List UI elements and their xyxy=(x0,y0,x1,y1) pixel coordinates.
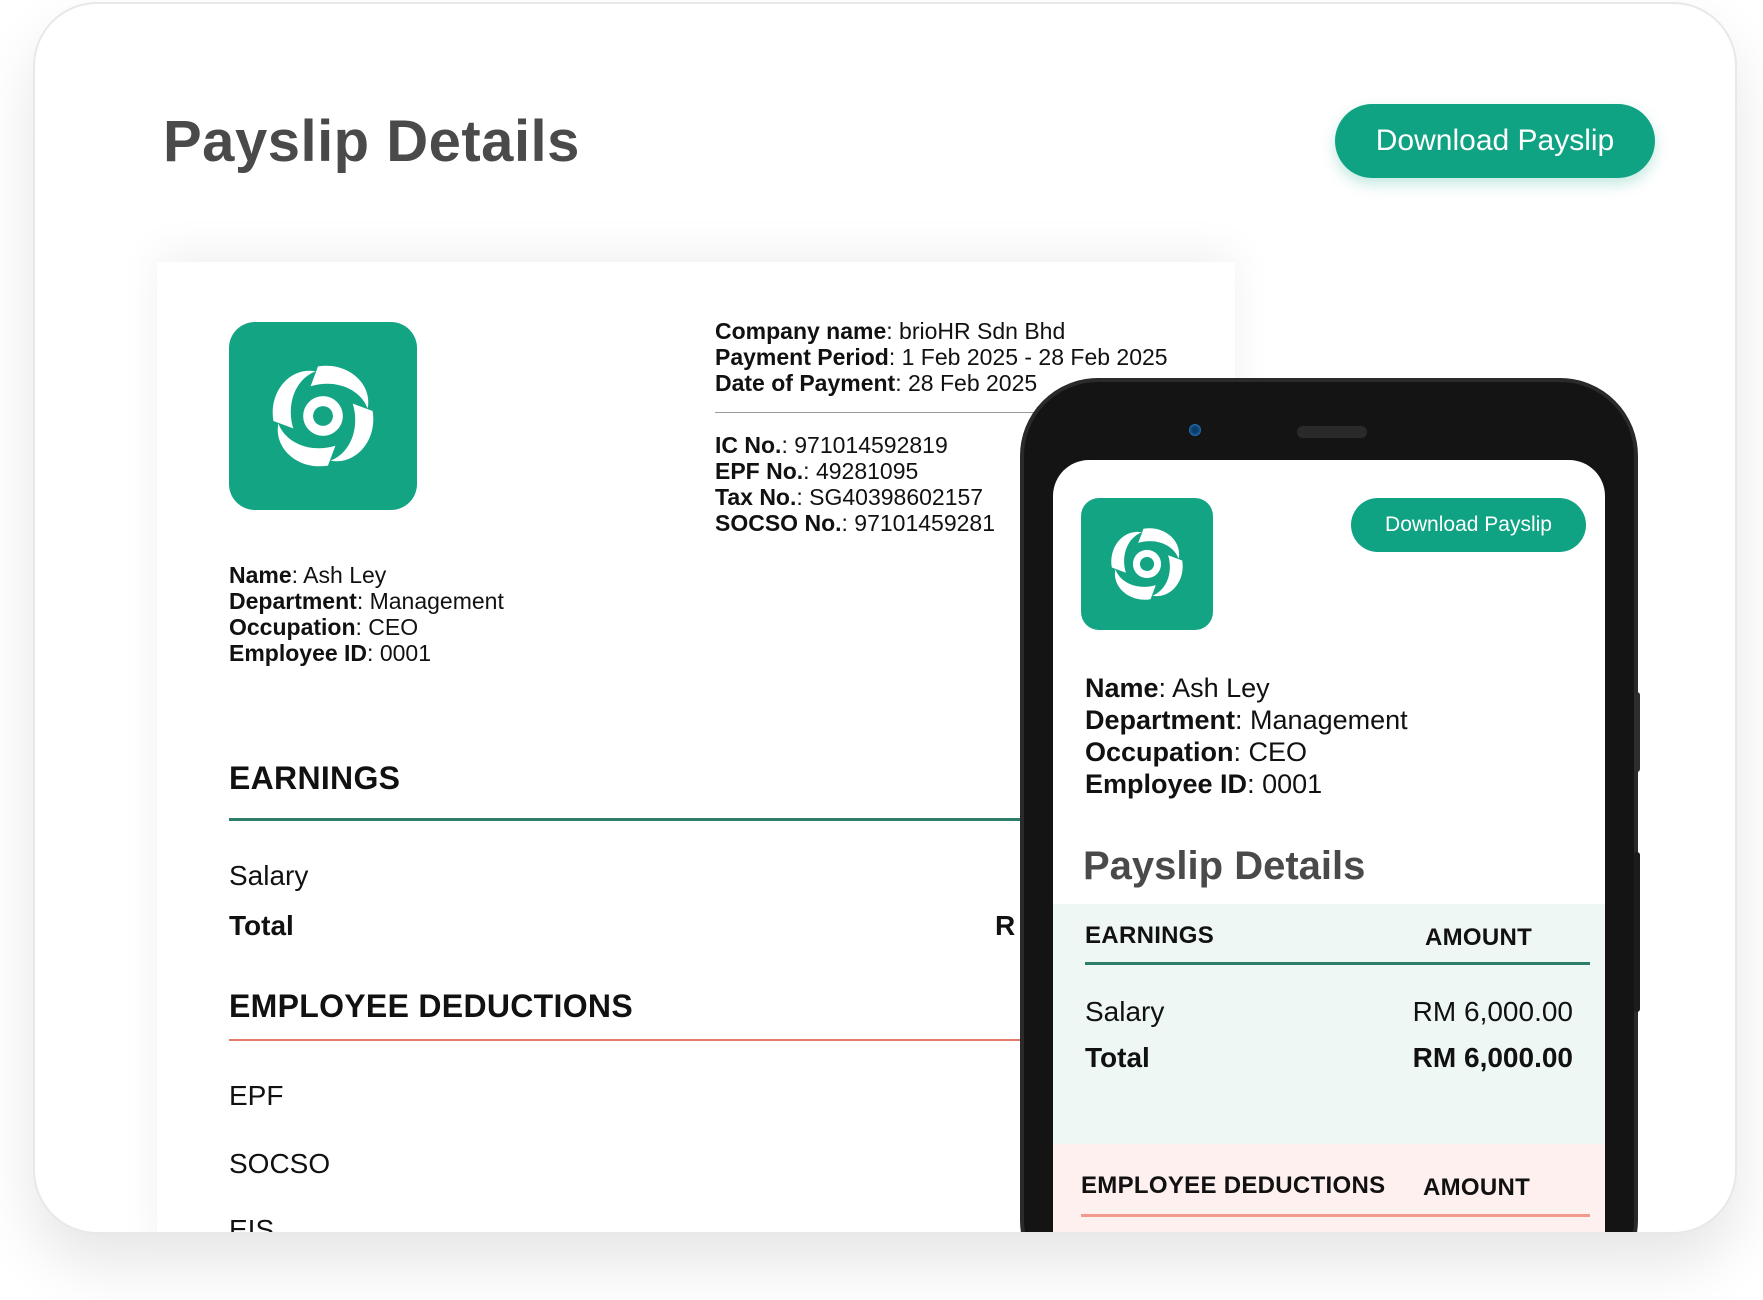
mobile-deductions-section: EMPLOYEE DEDUCTIONS AMOUNT xyxy=(1053,1144,1605,1232)
mobile-total-amount: RM 6,000.00 xyxy=(1412,1042,1573,1073)
mobile-earnings-heading: EARNINGS xyxy=(1085,922,1215,949)
speaker-icon xyxy=(1297,426,1367,438)
page-title: Payslip Details xyxy=(163,109,580,174)
total-amount-clipped: R xyxy=(995,910,1016,941)
mobile-total-label: Total xyxy=(1085,1042,1150,1073)
phone-screen: Download Payslip Name: Ash Ley Departmen… xyxy=(1053,460,1605,1232)
name-row: Name: Ash Ley xyxy=(229,562,387,588)
deductions-line xyxy=(229,1039,1109,1041)
mobile-download-payslip-button[interactable]: Download Payslip xyxy=(1351,498,1586,552)
mobile-name-row: Name: Ash Ley xyxy=(1085,673,1270,703)
earnings-heading: EARNINGS xyxy=(229,760,401,796)
payslip-card: Payslip Details Download Payslip Company… xyxy=(33,2,1737,1234)
occupation-row: Occupation: CEO xyxy=(229,614,419,640)
mobile-department-row: Department: Management xyxy=(1085,705,1408,735)
mobile-employee-id-row: Employee ID: 0001 xyxy=(1085,769,1323,799)
epf-row: EPF No.: 49281095 xyxy=(715,458,919,484)
employee-info: Name: Ash Ley Department: Management Occ… xyxy=(229,562,504,666)
download-payslip-button[interactable]: Download Payslip xyxy=(1335,104,1655,178)
deductions-heading: EMPLOYEE DEDUCTIONS xyxy=(229,988,633,1024)
earnings-line xyxy=(229,818,1109,821)
ic-row: IC No.: 971014592819 xyxy=(715,432,948,458)
total-label: Total xyxy=(229,910,294,941)
power-button xyxy=(1634,852,1640,1012)
camera-icon xyxy=(1189,424,1201,436)
tax-row: Tax No.: SG40398602157 xyxy=(715,484,984,510)
mobile-deductions-heading: EMPLOYEE DEDUCTIONS xyxy=(1081,1172,1386,1199)
deduction-eis: EIS xyxy=(229,1214,275,1234)
socso-row: SOCSO No.: 97101459281 xyxy=(715,510,996,536)
mobile-salary-label: Salary xyxy=(1085,996,1165,1027)
mobile-salary-amount: RM 6,000.00 xyxy=(1412,996,1573,1027)
mobile-earnings-section: EARNINGS AMOUNT Salary RM 6,000.00 Total… xyxy=(1053,904,1605,1144)
mobile-page-title: Payslip Details xyxy=(1083,844,1366,888)
swirl-logo-icon xyxy=(1081,498,1213,630)
salary-label: Salary xyxy=(229,860,309,891)
department-row: Department: Management xyxy=(229,588,504,614)
mobile-employee-info: Name: Ash Ley Department: Management Occ… xyxy=(1085,672,1408,800)
mobile-earnings-amount-heading: AMOUNT xyxy=(1425,924,1533,951)
mobile-deductions-line xyxy=(1081,1214,1590,1217)
swirl-logo-icon xyxy=(229,322,417,510)
mobile-earnings-line xyxy=(1085,962,1590,965)
deduction-epf: EPF xyxy=(229,1080,284,1111)
phone-mockup: Download Payslip Name: Ash Ley Departmen… xyxy=(1020,378,1640,1232)
deduction-socso: SOCSO xyxy=(229,1148,331,1179)
id-info: IC No.: 971014592819 EPF No.: 49281095 T… xyxy=(715,432,995,536)
employee-id-row: Employee ID: 0001 xyxy=(229,640,431,666)
volume-button xyxy=(1634,692,1640,772)
company-name-row: Company name: brioHR Sdn Bhd xyxy=(715,318,1066,344)
mobile-deductions-amount-heading: AMOUNT xyxy=(1423,1174,1531,1201)
mobile-occupation-row: Occupation: CEO xyxy=(1085,737,1308,767)
payment-period-row: Payment Period: 1 Feb 2025 - 28 Feb 2025 xyxy=(715,344,1168,370)
